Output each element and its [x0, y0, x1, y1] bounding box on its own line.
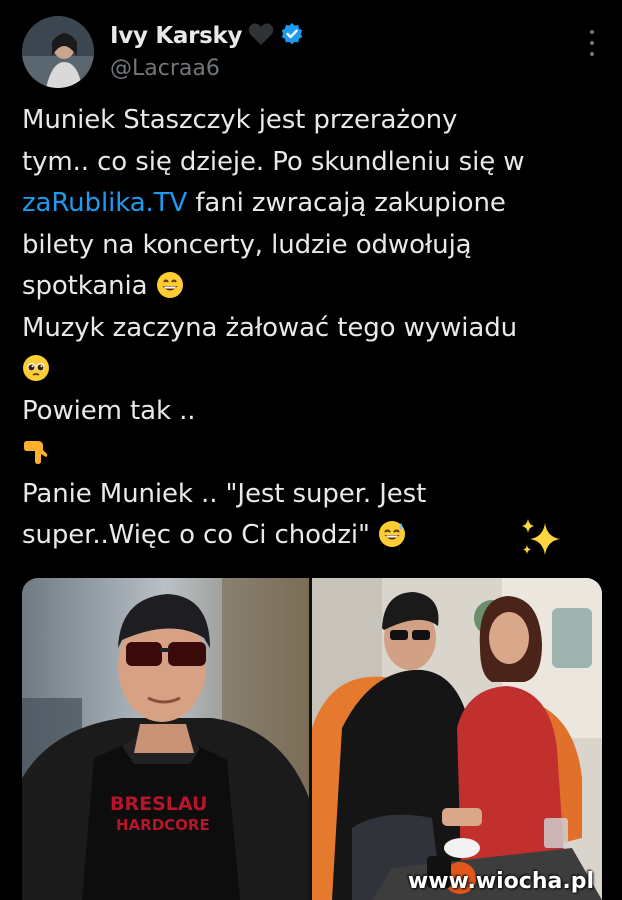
tweet-line: tym.. co się dzieje. Po skundleniu się w	[22, 146, 525, 177]
author-name[interactable]: Ivy Karsky	[110, 23, 243, 49]
tweet-line: Powiem tak ..	[22, 395, 196, 426]
tweet-line: bilety na koncerty, ludzie odwołują	[22, 229, 472, 260]
left-photo[interactable]: BRESLAU HARDCORE	[22, 578, 309, 900]
tweet-text: Muniek Staszczyk jest przerażony tym.. c…	[22, 100, 602, 557]
avatar[interactable]	[22, 16, 94, 88]
sparkles-emoji-icon	[518, 517, 564, 559]
black-heart-icon	[248, 22, 274, 50]
right-photo[interactable]	[312, 578, 602, 900]
verified-badge-icon	[280, 22, 304, 50]
tweet-line	[22, 432, 602, 474]
tweet-line: Muniek Staszczyk jest przerażony	[22, 105, 458, 135]
pleading-face-emoji-icon	[22, 354, 50, 382]
grinning-face-emoji-icon	[156, 271, 184, 299]
tweet-media[interactable]: BRESLAU HARDCORE www.wiocha.pl	[22, 578, 602, 900]
tweet-line: zaRublika.TV fani zwracają zakupione	[22, 188, 506, 218]
tweet-line	[22, 349, 602, 391]
pointing-down-emoji-icon	[22, 437, 50, 465]
author-handle[interactable]: @Lacraa6	[110, 56, 220, 81]
watermark: www.wiocha.pl	[407, 869, 594, 894]
more-options-icon[interactable]	[586, 30, 598, 56]
tweet-line: Muzyk zaczyna żałować tego wywiadu	[22, 312, 518, 343]
tweet-link[interactable]: zaRublika.TV	[22, 188, 187, 218]
tweet-line: Panie Muniek .. "Jest super. Jest	[22, 478, 427, 509]
shirt-text-2: HARDCORE	[116, 816, 210, 834]
grinning-sweat-emoji-icon	[378, 520, 406, 548]
tweet-header: Ivy Karsky @Lacraa6	[22, 16, 602, 88]
shirt-text-1: BRESLAU	[110, 793, 207, 815]
tweet-line: super..Więc o co Ci chodzi"	[22, 515, 602, 557]
tweet-line: spotkania	[22, 266, 602, 308]
